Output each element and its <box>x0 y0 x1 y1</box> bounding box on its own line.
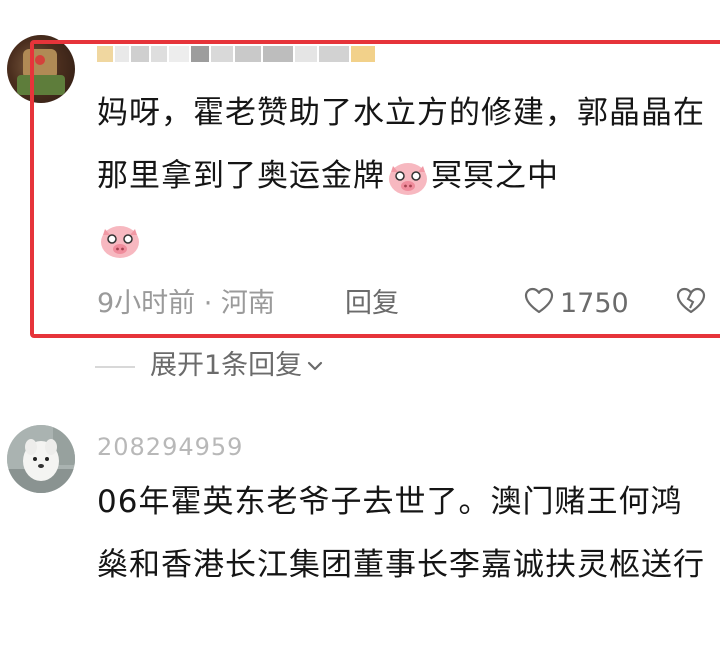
expand-replies-button[interactable]: 展开1条回复 <box>150 348 324 384</box>
chevron-down-icon <box>306 357 324 375</box>
username-2[interactable]: 208294959 <box>97 436 243 458</box>
highlight-frame <box>30 40 720 338</box>
expand-replies-label: 展开1条回复 <box>150 350 303 381</box>
divider-line <box>95 366 135 368</box>
comment-2-text: 06年霍英东老爷子去世了。澳门赌王何鸿燊和香港长江集团董事长李嘉诚扶灵柩送行 <box>97 484 705 583</box>
avatar-commenter-2[interactable] <box>7 425 75 493</box>
